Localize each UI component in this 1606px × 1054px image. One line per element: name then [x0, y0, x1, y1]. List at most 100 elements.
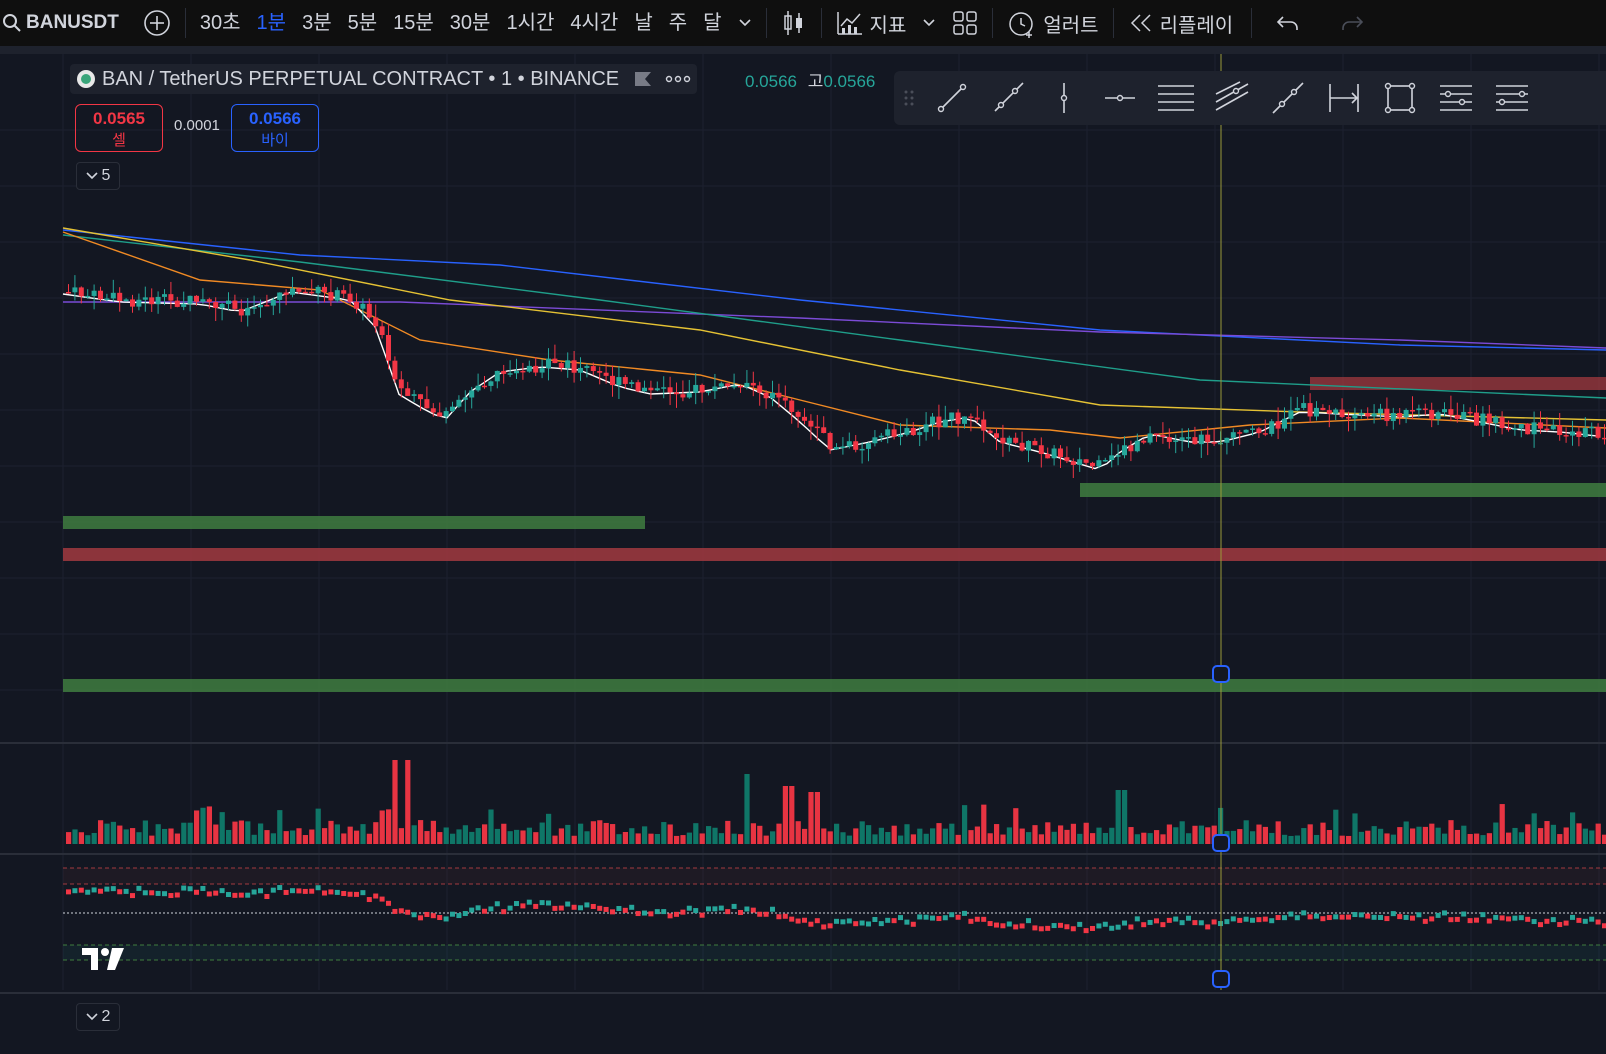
symbol-legend[interactable]: BAN / TetherUS PERPETUAL CONTRACT • 1 • …: [70, 64, 698, 94]
support-zone[interactable]: [1080, 483, 1606, 497]
line-handle[interactable]: [1212, 970, 1230, 988]
drag-handle-icon[interactable]: [894, 71, 924, 125]
volume-bar: [1141, 832, 1147, 844]
undo-button[interactable]: [1268, 0, 1308, 46]
oscillator-bar: [1557, 922, 1563, 928]
vertical-line-icon[interactable]: [1036, 71, 1092, 125]
parallel-channel-icon[interactable]: [1204, 71, 1260, 125]
candle: [322, 286, 327, 293]
candle: [251, 307, 257, 309]
price-chart[interactable]: [0, 54, 1606, 1054]
oscillator-bar: [680, 909, 686, 915]
symbol-search[interactable]: BANUSDT: [0, 12, 119, 34]
compare-symbol-button[interactable]: [135, 0, 179, 46]
interval-button[interactable]: 5분: [340, 0, 386, 46]
volume-bar: [1166, 824, 1172, 844]
oscillator-bar: [776, 914, 782, 920]
volume-bar: [392, 760, 398, 844]
oscillator-bar: [565, 901, 571, 907]
sell-button[interactable]: 0.0565 셀: [75, 104, 163, 152]
oscillator-bar: [1390, 911, 1396, 917]
search-icon: [3, 14, 21, 32]
replay-button[interactable]: 리플레이: [1120, 9, 1242, 38]
horizontal-ray-icon[interactable]: [1092, 71, 1148, 125]
indicators-collapse-button[interactable]: 2: [76, 1003, 120, 1031]
support-zone[interactable]: [63, 516, 645, 529]
volume-bar: [1493, 822, 1499, 844]
interval-button[interactable]: 1시간: [498, 0, 562, 46]
interval-dropdown-button[interactable]: [730, 0, 760, 46]
interval-button[interactable]: 날: [626, 0, 660, 46]
volume-bar: [955, 834, 961, 844]
candle: [1070, 461, 1076, 465]
candle: [520, 370, 526, 373]
redo-button[interactable]: [1332, 0, 1372, 46]
volume-bar: [1294, 835, 1300, 844]
candle: [898, 434, 903, 437]
interval-button[interactable]: 30초: [192, 0, 249, 46]
interval-button[interactable]: 달: [695, 0, 729, 46]
ray-icon[interactable]: [980, 71, 1036, 125]
buy-button[interactable]: 0.0566 바이: [231, 104, 319, 152]
volume-bar: [558, 828, 564, 844]
indicators-button[interactable]: 지표: [828, 9, 915, 38]
volume-bar: [1390, 834, 1396, 844]
interval-button[interactable]: 15분: [385, 0, 442, 46]
candle: [1474, 412, 1479, 426]
extended-line-icon[interactable]: [1260, 71, 1316, 125]
oscillator-bar: [200, 885, 206, 891]
volume-bar: [1403, 821, 1409, 844]
volume-bar: [930, 828, 936, 844]
volume-bar: [1512, 827, 1518, 844]
candle: [1454, 414, 1460, 419]
interval-button[interactable]: 3분: [294, 0, 340, 46]
volume-bar: [1250, 831, 1256, 844]
oscillator-bar: [648, 911, 654, 917]
horizontal-lines-icon[interactable]: [1148, 71, 1204, 125]
more-options-icon[interactable]: [665, 74, 691, 84]
candle: [219, 303, 225, 308]
candle: [1358, 413, 1364, 415]
chart-type-button[interactable]: [773, 0, 815, 46]
candle: [379, 326, 385, 336]
line-handle[interactable]: [1212, 834, 1230, 852]
oscillator-bar: [475, 905, 481, 911]
candle: [405, 388, 411, 396]
oscillator-bar: [853, 921, 859, 927]
volume-bar: [1173, 827, 1179, 844]
indicators-dropdown-button[interactable]: [914, 0, 944, 46]
volume-bar: [443, 827, 449, 844]
oscillator-bar: [1576, 917, 1582, 923]
volume-bar: [750, 823, 756, 844]
indicators-collapse-button[interactable]: 5: [76, 162, 120, 190]
volume-bar: [296, 828, 302, 844]
interval-button[interactable]: 30분: [442, 0, 499, 46]
volume-bar: [91, 832, 97, 844]
resistance-zone[interactable]: [1310, 377, 1606, 390]
oscillator-bar: [1493, 914, 1499, 920]
date-range-icon[interactable]: [1316, 71, 1372, 125]
oscillator-bar: [1582, 918, 1588, 924]
oscillator-bar: [1410, 915, 1415, 921]
line-handle[interactable]: [1212, 665, 1230, 683]
candle: [341, 290, 347, 294]
layout-button[interactable]: [944, 0, 986, 46]
alert-button[interactable]: 얼러트: [999, 8, 1106, 38]
fib-retracement-icon[interactable]: [1428, 71, 1484, 125]
interval-button[interactable]: 주: [661, 0, 695, 46]
volume-bar: [1416, 826, 1422, 844]
interval-button[interactable]: 4시간: [562, 0, 626, 46]
oscillator-bar: [1006, 921, 1012, 927]
candle: [1499, 417, 1505, 429]
oscillator-bar: [1243, 916, 1249, 922]
support-zone[interactable]: [63, 679, 1606, 692]
fib-extension-icon[interactable]: [1484, 71, 1540, 125]
resistance-zone[interactable]: [63, 548, 1606, 561]
oscillator-bar: [936, 916, 942, 922]
rectangle-icon[interactable]: [1372, 71, 1428, 125]
candle: [1346, 417, 1351, 419]
volume-bar: [1326, 830, 1332, 844]
flag-icon[interactable]: [633, 70, 653, 88]
trend-line-icon[interactable]: [924, 71, 980, 125]
interval-button[interactable]: 1분: [249, 0, 295, 46]
